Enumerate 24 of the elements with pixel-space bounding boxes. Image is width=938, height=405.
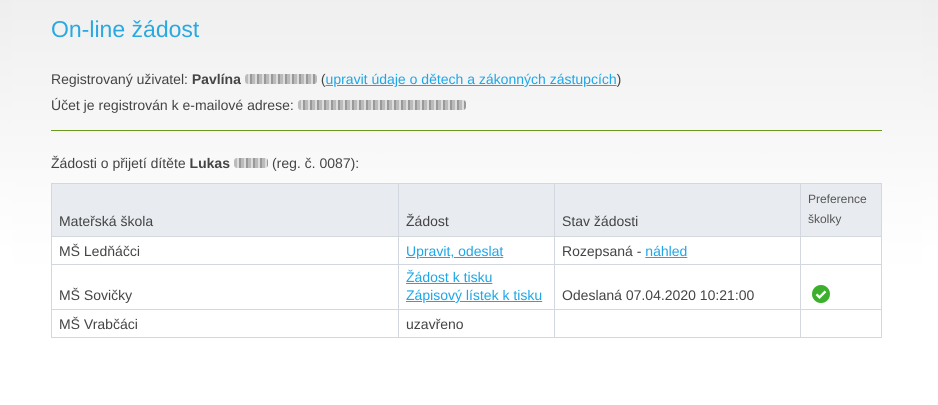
column-header: Mateřská škola [59, 213, 154, 229]
request-link[interactable]: Zápisový lístek k tisku [406, 287, 542, 303]
requests-label: Žádosti o přijetí dítěte [51, 155, 187, 171]
request-state: uzavřeno [406, 316, 464, 332]
column-header: Stav žádosti [562, 213, 638, 229]
column-header: Žádost [406, 213, 449, 229]
request-link[interactable]: Žádost k tisku [406, 269, 492, 285]
child-name: Lukas [190, 155, 230, 171]
bracket: ) [616, 71, 622, 87]
redacted-surname [234, 158, 268, 168]
preview-link[interactable]: náhled [645, 243, 688, 259]
school-name: MŠ Ledňáčci [59, 243, 140, 259]
account-label: Účet je registrován k e-mailové adrese: [51, 97, 294, 113]
user-label: Registrovaný uživatel: [51, 71, 189, 87]
status-text: Odeslaná 07.04.2020 10:21:00 [562, 287, 754, 303]
bracket: ( [320, 71, 326, 87]
school-name: MŠ Vrabčáci [59, 316, 138, 332]
school-name: MŠ Sovičky [59, 287, 132, 303]
edit-details-link[interactable]: upravit údaje o dětech a zákonných zástupcích [326, 71, 617, 87]
page-title: On-line žádost [51, 16, 200, 42]
status-text: Rozepsaná - [562, 243, 642, 259]
user-name: Pavlína [192, 71, 241, 87]
column-header: Preference školky [808, 192, 867, 226]
registration-number: (reg. č. 0087): [272, 155, 360, 171]
